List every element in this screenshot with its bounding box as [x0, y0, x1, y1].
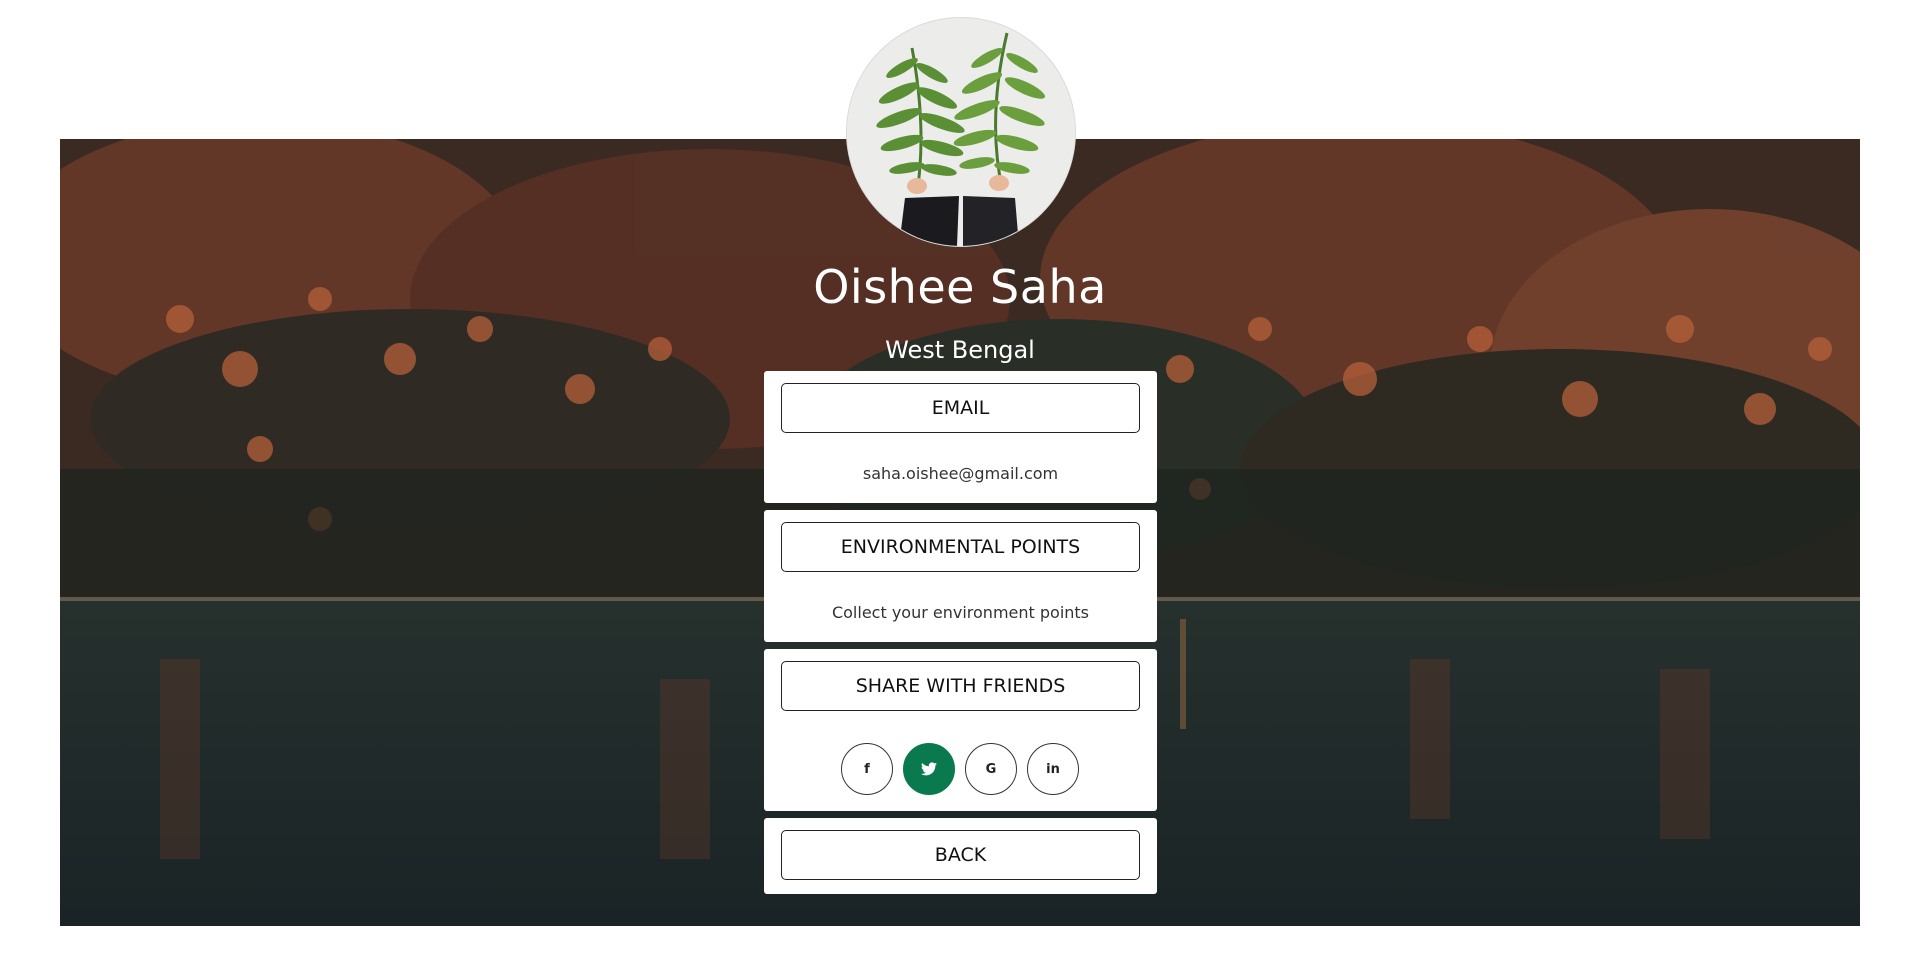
twitter-icon[interactable] [903, 743, 955, 795]
profile-name: Oishee Saha [813, 260, 1107, 314]
facebook-icon[interactable]: f [841, 743, 893, 795]
environmental-points-button[interactable]: ENVIRONMENTAL POINTS [781, 522, 1140, 572]
google-icon[interactable]: G [965, 743, 1017, 795]
fern-leaves-image [847, 18, 1075, 246]
environmental-points-card: ENVIRONMENTAL POINTS Collect your enviro… [764, 510, 1157, 642]
email-value: saha.oishee@gmail.com [862, 464, 1059, 483]
twitter-bird-icon [921, 762, 937, 776]
back-card: BACK [764, 818, 1157, 894]
linkedin-icon[interactable]: in [1027, 743, 1079, 795]
share-button[interactable]: SHARE WITH FRIENDS [781, 661, 1140, 711]
profile-location: West Bengal [885, 336, 1035, 364]
email-button[interactable]: EMAIL [781, 383, 1140, 433]
environmental-points-text: Collect your environment points [831, 603, 1090, 622]
back-button[interactable]: BACK [781, 830, 1140, 880]
profile-avatar [847, 18, 1075, 246]
share-card: SHARE WITH FRIENDS f G in [764, 649, 1157, 811]
email-card: EMAIL saha.oishee@gmail.com [764, 371, 1157, 503]
